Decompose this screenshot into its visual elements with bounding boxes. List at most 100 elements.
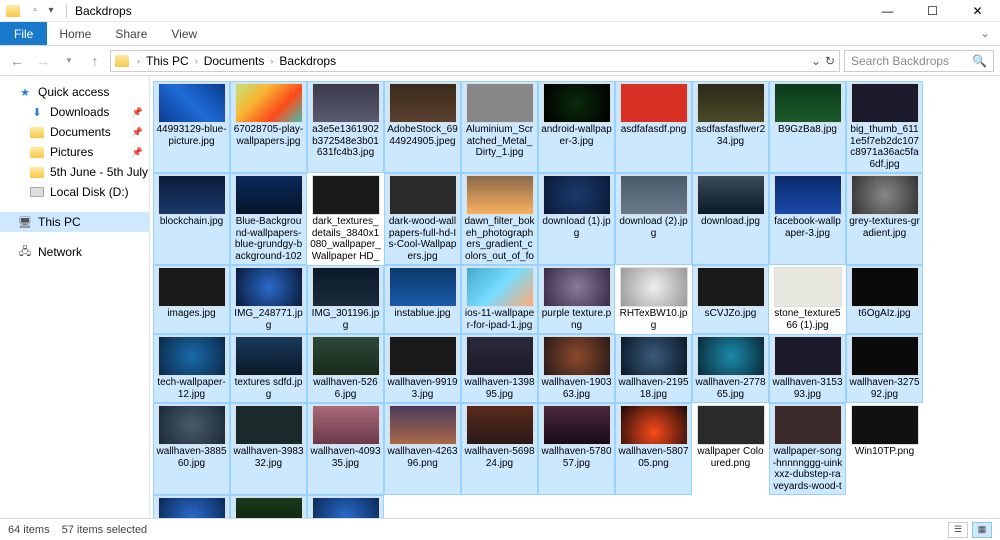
- file-tile[interactable]: 67028705-play-wallpapers.jpg: [231, 82, 306, 172]
- file-thumbnail: [466, 267, 534, 307]
- file-tile[interactable]: blockchain.jpg: [154, 174, 229, 264]
- nav-network[interactable]: 🖧 Network: [0, 242, 149, 262]
- file-tile[interactable]: wallhaven-327592.jpg: [847, 335, 922, 402]
- file-thumbnail: [851, 175, 919, 215]
- file-tile[interactable]: wallhaven-5266.jpg: [308, 335, 383, 402]
- file-tile[interactable]: wallpaper-song-hnnnnggg-uinkxxz-dubstep-…: [770, 404, 845, 494]
- file-tile[interactable]: wallhaven-99193.jpg: [385, 335, 460, 402]
- file-tile[interactable]: asdfasfasflwer234.jpg: [693, 82, 768, 172]
- nav-item[interactable]: ⬇Downloads📌: [0, 102, 149, 122]
- file-tile[interactable]: dark_textures_details_3840x1080_wallpape…: [308, 174, 383, 264]
- file-tile[interactable]: instablue.jpg: [385, 266, 460, 333]
- navigation-pane: ★ Quick access ⬇Downloads📌Documents📌Pict…: [0, 76, 150, 518]
- file-thumbnail: [697, 83, 765, 123]
- recent-dropdown-icon[interactable]: ▾: [58, 50, 80, 72]
- file-tile[interactable]: tech-wallpaper-12.jpg: [154, 335, 229, 402]
- details-view-button[interactable]: ☰: [948, 522, 968, 538]
- file-tab[interactable]: File: [0, 22, 47, 45]
- file-tile[interactable]: wallhaven-569824.jpg: [462, 404, 537, 494]
- file-tile[interactable]: wallhaven-398332.jpg: [231, 404, 306, 494]
- back-button[interactable]: ←: [6, 50, 28, 72]
- file-tile[interactable]: IMG_248771.jpg: [231, 266, 306, 333]
- file-tile[interactable]: dark-wood-wallpapers-full-hd-Is-Cool-Wal…: [385, 174, 460, 264]
- close-button[interactable]: ✕: [955, 0, 1000, 22]
- breadcrumb[interactable]: Backdrops: [277, 54, 338, 68]
- content-pane[interactable]: 44993129-blue-picture.jpg67028705-play-w…: [150, 76, 1000, 518]
- file-tile[interactable]: B9GzBa8.jpg: [770, 82, 845, 172]
- file-tile[interactable]: Aluminium_Scratched_Metal_Dirty_1.jpg: [462, 82, 537, 172]
- file-tile[interactable]: wallpaper Coloured.png: [693, 404, 768, 494]
- file-tile[interactable]: facebook-wallpaper-3.jpg: [770, 174, 845, 264]
- file-tile[interactable]: wallhaven-578057.jpg: [539, 404, 614, 494]
- file-tile[interactable]: purple texture.png: [539, 266, 614, 333]
- file-tile[interactable]: windows_10_hero_inspired_wallpaper_by_sc…: [154, 496, 229, 518]
- nav-item[interactable]: Documents📌: [0, 122, 149, 142]
- file-tile[interactable]: asdfafasdf.png: [616, 82, 691, 172]
- tab-view[interactable]: View: [159, 22, 209, 45]
- file-tile[interactable]: download.jpg: [693, 174, 768, 264]
- up-button[interactable]: ↑: [84, 50, 106, 72]
- file-thumbnail: [466, 405, 534, 445]
- file-tile[interactable]: windows_field_grass_operating_system_743…: [231, 496, 306, 518]
- file-tile[interactable]: a3e5e1361902b372548e3b01631fc4b3.jpg: [308, 82, 383, 172]
- nav-item-label: Documents: [50, 125, 111, 139]
- breadcrumb[interactable]: This PC: [144, 54, 191, 68]
- folder-icon: [30, 165, 44, 179]
- file-thumbnail: [774, 83, 842, 123]
- file-tile[interactable]: wallhaven-426396.png: [385, 404, 460, 494]
- file-tile[interactable]: wallhaven-190363.jpg: [539, 335, 614, 402]
- minimize-button[interactable]: —: [865, 0, 910, 22]
- file-tile[interactable]: big_thumb_6111e5f7eb2dc107c8971a36ac5fa6…: [847, 82, 922, 172]
- qat-properties-icon[interactable]: ▫: [28, 4, 42, 18]
- file-tile[interactable]: wallhaven-580705.png: [616, 404, 691, 494]
- address-dropdown-icon[interactable]: ⌄: [811, 54, 821, 68]
- nav-this-pc[interactable]: 🖥 This PC: [0, 212, 149, 232]
- breadcrumb[interactable]: Documents: [202, 54, 267, 68]
- file-tile[interactable]: download (1).jpg: [539, 174, 614, 264]
- tab-home[interactable]: Home: [47, 22, 103, 45]
- file-tile[interactable]: android-wallpaper-3.jpg: [539, 82, 614, 172]
- file-name: 44993129-blue-picture.jpg: [155, 123, 228, 148]
- file-thumbnail: [158, 267, 226, 307]
- file-tile[interactable]: download (2).jpg: [616, 174, 691, 264]
- file-tile[interactable]: wallhaven-219518.jpg: [616, 335, 691, 402]
- maximize-button[interactable]: ☐: [910, 0, 955, 22]
- file-tile[interactable]: stone_texture566 (1).jpg: [770, 266, 845, 333]
- file-tile[interactable]: t6OgAIz.jpg: [847, 266, 922, 333]
- file-tile[interactable]: wallhaven-139895.jpg: [462, 335, 537, 402]
- file-tile[interactable]: images.jpg: [154, 266, 229, 333]
- file-tile[interactable]: textures sdfd.jpg: [231, 335, 306, 402]
- refresh-icon[interactable]: ↻: [825, 54, 835, 68]
- file-tile[interactable]: ios-11-wallpaper-for-ipad-1.jpg: [462, 266, 537, 333]
- file-tile[interactable]: wallhaven-277865.jpg: [693, 335, 768, 402]
- search-icon: 🔍: [972, 54, 987, 68]
- file-tile[interactable]: Win10TP.png: [847, 404, 922, 494]
- file-tile[interactable]: AdobeStock_6944924905.jpeg: [385, 82, 460, 172]
- search-input[interactable]: Search Backdrops 🔍: [844, 50, 994, 72]
- qat-new-folder-icon[interactable]: ▾: [44, 4, 58, 18]
- file-tile[interactable]: wallhaven-315393.jpg: [770, 335, 845, 402]
- file-tile[interactable]: IMG_301196.jpg: [308, 266, 383, 333]
- file-tile[interactable]: RHTexBW10.jpg: [616, 266, 691, 333]
- file-tile[interactable]: windows-wallpaper-8.jpg: [308, 496, 383, 518]
- address-bar[interactable]: › This PC › Documents › Backdrops ⌄ ↻: [110, 50, 840, 72]
- file-tile[interactable]: 44993129-blue-picture.jpg: [154, 82, 229, 172]
- file-tile[interactable]: sCVJZo.jpg: [693, 266, 768, 333]
- file-name: big_thumb_6111e5f7eb2dc107c8971a36ac5fa6…: [848, 123, 921, 171]
- nav-item[interactable]: 5th June - 5th July: [0, 162, 149, 182]
- address-row: ← → ▾ ↑ › This PC › Documents › Backdrop…: [0, 46, 1000, 76]
- nav-quick-access[interactable]: ★ Quick access: [0, 82, 149, 102]
- ribbon-expand-icon[interactable]: ⌄: [970, 22, 1000, 45]
- nav-item[interactable]: Local Disk (D:): [0, 182, 149, 202]
- file-tile[interactable]: Blue-Background-wallpapers-blue-grundgy-…: [231, 174, 306, 264]
- thumbnails-view-button[interactable]: ▦: [972, 522, 992, 538]
- forward-button[interactable]: →: [32, 50, 54, 72]
- window-title: Backdrops: [75, 4, 132, 18]
- tab-share[interactable]: Share: [103, 22, 159, 45]
- file-tile[interactable]: dawn_filter_bokeh_photographers_gradient…: [462, 174, 537, 264]
- item-count: 64 items: [8, 524, 50, 536]
- nav-item[interactable]: Pictures📌: [0, 142, 149, 162]
- file-tile[interactable]: wallhaven-409335.jpg: [308, 404, 383, 494]
- file-tile[interactable]: wallhaven-388560.jpg: [154, 404, 229, 494]
- file-tile[interactable]: grey-textures-gradient.jpg: [847, 174, 922, 264]
